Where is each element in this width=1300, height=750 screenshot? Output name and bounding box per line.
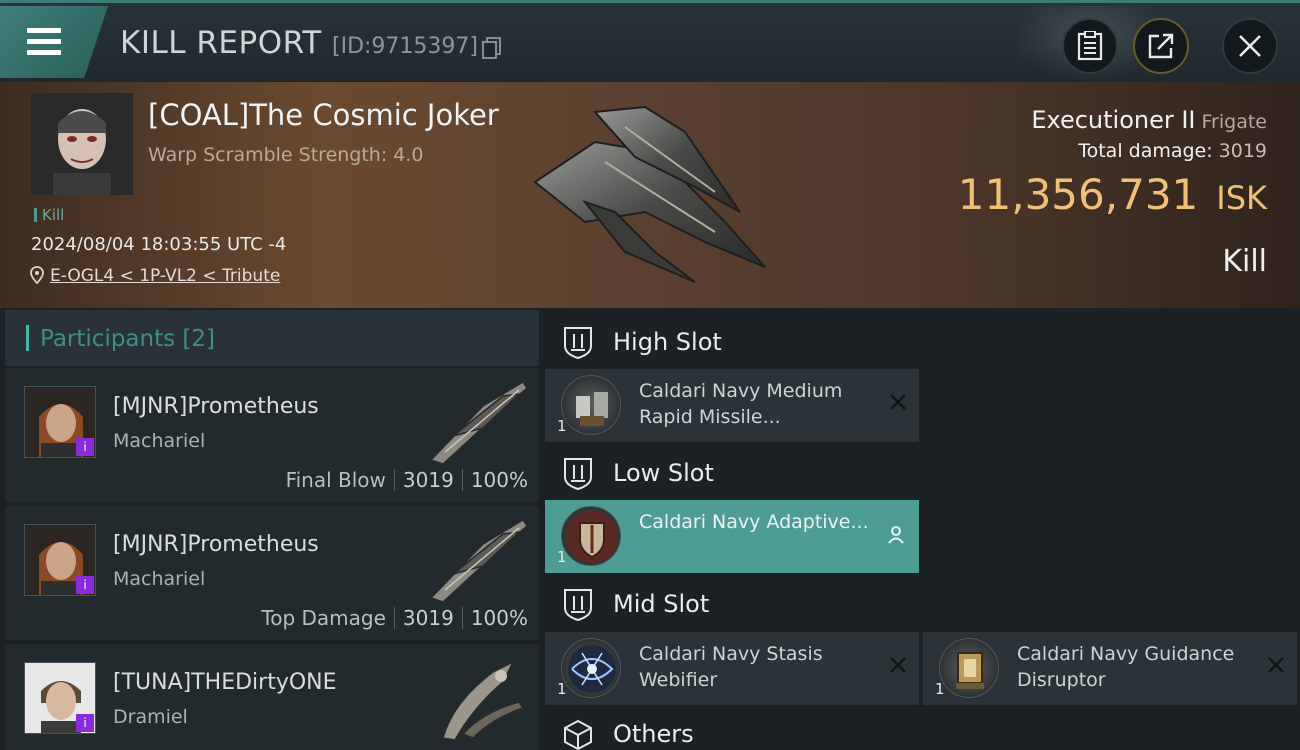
total-damage-label: Total damage: (1078, 140, 1213, 162)
module-name: Caldari Navy Adaptive... (639, 511, 869, 533)
module-quantity: 1 (557, 548, 567, 566)
victim-name[interactable]: [COAL]The Cosmic Joker (148, 98, 499, 132)
participant-ship: Dramiel (113, 706, 188, 728)
module-quantity: 1 (557, 680, 567, 698)
character-info-badge[interactable]: i (76, 576, 94, 594)
participant-avatar[interactable]: i (24, 524, 96, 596)
ship-class: Frigate (1201, 111, 1267, 133)
adaptive-hardener-icon (561, 506, 621, 566)
module-name: Caldari Navy Guidance Disruptor (1017, 643, 1235, 691)
copy-icon[interactable] (482, 37, 502, 59)
participant-ship-image (429, 380, 528, 465)
participants-panel: Participants [2] i [MJNR]Prometheus Mach… (5, 310, 539, 750)
module-name: Caldari Navy Stasis Webifier (639, 643, 823, 691)
total-damage-value: 3019 (1218, 140, 1267, 162)
isk-amount: 11,356,731 (957, 170, 1199, 219)
module-quantity: 1 (557, 417, 567, 435)
participant-role: Final Blow (285, 468, 386, 492)
participant-avatar[interactable]: i (24, 386, 96, 458)
total-damage: Total damage: 3019 (1078, 140, 1267, 162)
participant-stats: Top Damage 3019 100% (261, 606, 528, 630)
kill-location[interactable]: E-OGL4 < 1P-VL2 < Tribute (30, 266, 280, 286)
share-icon (1148, 33, 1174, 59)
module-item[interactable]: 1 Caldari Navy Adaptive... (545, 500, 919, 573)
menu-icon (27, 28, 61, 33)
participant-percent: 100% (470, 468, 528, 492)
high-slot-label: High Slot (613, 328, 722, 356)
mid-slot-label: Mid Slot (613, 590, 710, 618)
participant-ship: Machariel (113, 568, 206, 590)
page-title: KILL REPORT (120, 25, 322, 61)
participant-avatar[interactable]: i (24, 662, 96, 734)
participant-row[interactable]: i [MJNR]Prometheus Machariel Top Damage 3… (5, 506, 539, 640)
high-slot-header: High Slot (545, 314, 925, 370)
module-quantity: 1 (935, 680, 945, 698)
menu-icon-bar (27, 50, 61, 55)
participant-role: Top Damage (261, 606, 386, 630)
participant-row[interactable]: i [MJNR]Prometheus Machariel Final Blow 3… (5, 368, 539, 502)
others-label: Others (613, 720, 694, 748)
participant-name[interactable]: [TUNA]THEDirtyONE (113, 670, 337, 695)
mid-slot-icon (564, 589, 592, 622)
victim-banner: [COAL]The Cosmic Joker Warp Scramble Str… (0, 82, 1300, 308)
kill-tag: Kill (34, 206, 64, 224)
guidance-disruptor-icon (939, 638, 999, 698)
low-slot-icon (564, 458, 592, 491)
character-info-badge[interactable]: i (76, 438, 94, 456)
module-item[interactable]: 1 Caldari Navy Stasis Webifier (545, 632, 919, 705)
participant-ship-image (442, 660, 525, 741)
close-button[interactable] (1222, 18, 1278, 74)
location-pin-icon (30, 266, 44, 285)
header-bar: KILL REPORT [ID:9715397] (0, 0, 1300, 82)
cube-icon (564, 719, 592, 750)
module-name: Caldari Navy Medium Rapid Missile... (639, 380, 843, 428)
destroyed-x-icon (890, 657, 906, 673)
participant-damage: 3019 (402, 606, 454, 630)
participant-row[interactable]: i [TUNA]THEDirtyONE Dramiel (5, 644, 539, 750)
module-item[interactable]: 1 Caldari Navy Medium Rapid Missile... (545, 369, 919, 442)
low-slot-label: Low Slot (613, 459, 714, 487)
others-header: Others (545, 706, 925, 750)
participant-ship-image (429, 518, 528, 603)
stasis-webifier-icon (561, 638, 621, 698)
destroyed-x-icon (890, 394, 906, 410)
kill-datetime: 2024/08/04 18:03:55 UTC -4 (31, 234, 287, 255)
participant-stats: Final Blow 3019 100% (286, 468, 528, 492)
victim-subtitle: Warp Scramble Strength: 4.0 (148, 144, 424, 166)
person-icon (888, 526, 904, 544)
ship-name: Executioner II (1031, 106, 1196, 134)
destroyed-x-icon (1268, 657, 1284, 673)
participant-name[interactable]: [MJNR]Prometheus (113, 532, 319, 557)
participant-damage: 3019 (402, 468, 454, 492)
mid-slot-header: Mid Slot (545, 576, 925, 632)
isk-value: 11,356,731 ISK (958, 170, 1267, 219)
missile-launcher-icon (561, 375, 621, 435)
character-info-badge[interactable]: i (76, 714, 94, 732)
participants-title: Participants [2] (40, 326, 215, 352)
low-slot-header: Low Slot (545, 445, 925, 501)
location-link[interactable]: E-OGL4 < 1P-VL2 < Tribute (50, 266, 280, 286)
header-accent (26, 325, 29, 351)
victim-ship-image (533, 105, 766, 283)
isk-unit: ISK (1216, 179, 1267, 217)
fitting-panel: High Slot 1 Caldari Navy Medium Rapid Mi… (545, 310, 1300, 750)
participant-ship: Machariel (113, 430, 206, 452)
menu-button[interactable] (0, 6, 108, 78)
participant-percent: 100% (470, 606, 528, 630)
menu-icon-bar (27, 39, 61, 44)
kill-id: [ID:9715397] (332, 34, 478, 59)
module-item[interactable]: 1 Caldari Navy Guidance Disruptor (923, 632, 1297, 705)
clipboard-button[interactable] (1062, 18, 1118, 74)
clipboard-icon (1077, 31, 1103, 61)
high-slot-icon (564, 327, 592, 360)
kill-result: Kill (1222, 244, 1267, 279)
victim-ship-type: Executioner II Frigate (1031, 106, 1267, 134)
close-icon (1239, 35, 1261, 57)
participants-header: Participants [2] (5, 310, 539, 366)
share-button[interactable] (1133, 18, 1189, 74)
victim-avatar[interactable] (31, 93, 133, 195)
participant-name[interactable]: [MJNR]Prometheus (113, 394, 319, 419)
